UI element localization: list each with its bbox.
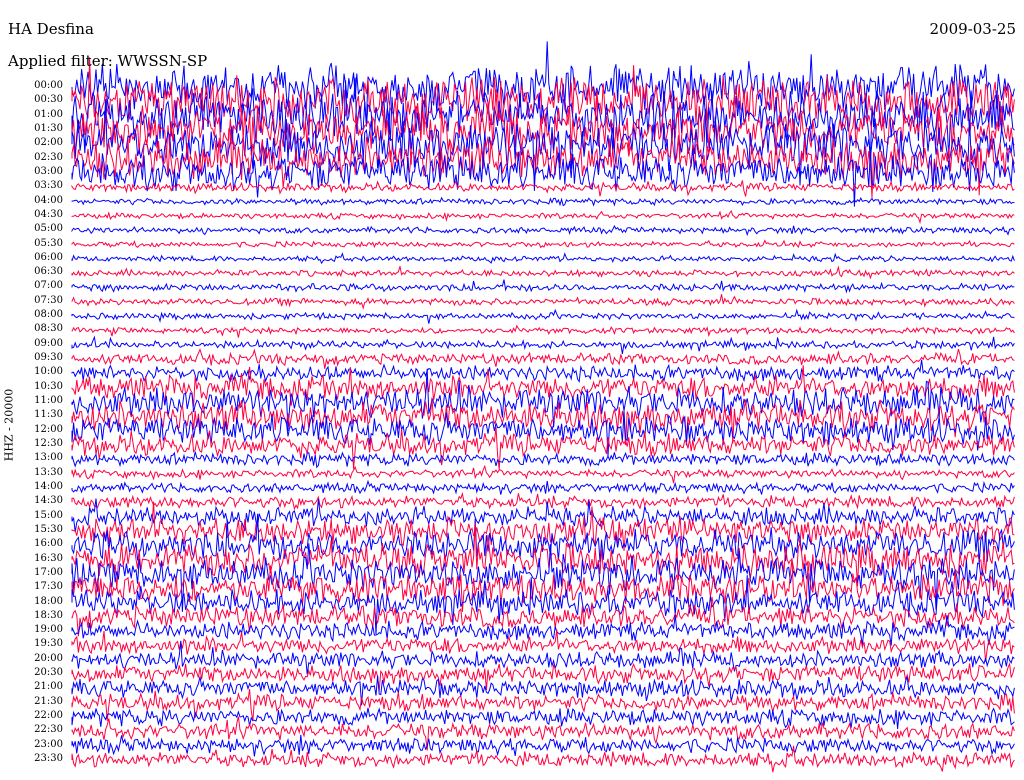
time-tick-label: 22:00 [34, 710, 63, 722]
seismogram-traces [71, 41, 1015, 773]
time-tick-label: 06:30 [34, 266, 63, 278]
time-tick-label: 04:00 [34, 194, 63, 206]
time-tick-label: 10:30 [34, 380, 63, 392]
trace-line [71, 294, 1015, 310]
time-tick-label: 23:30 [34, 753, 63, 765]
time-tick-label: 09:00 [34, 337, 63, 349]
trace-line [71, 335, 1015, 354]
time-tick-label: 15:00 [34, 509, 63, 521]
time-tick-label: 19:00 [34, 624, 63, 636]
trace-line [71, 180, 1015, 197]
time-tick-label: 12:30 [34, 438, 63, 449]
time-tick-label: 06:00 [34, 251, 63, 263]
trace-line [71, 640, 1015, 675]
trace-line [71, 491, 1015, 511]
trace-line [71, 745, 1015, 773]
trace-line [71, 224, 1015, 237]
station-title: HA Desfina [8, 20, 94, 38]
time-tick-label: 23:00 [34, 738, 63, 750]
trace-line [71, 615, 1015, 646]
trace-line [71, 523, 1015, 590]
time-tick-label: 17:30 [34, 581, 63, 593]
time-tick-label: 01:00 [34, 108, 63, 120]
time-tick-label: 16:30 [34, 552, 63, 564]
time-tick-label: 03:30 [34, 180, 63, 192]
time-tick-label: 10:00 [34, 366, 63, 378]
time-tick-label: 15:30 [34, 523, 63, 535]
time-tick-label: 07:00 [34, 280, 63, 292]
time-tick-label: 14:30 [34, 495, 63, 507]
time-tick-label: 03:00 [34, 165, 63, 177]
time-tick-label: 07:30 [34, 294, 63, 306]
filter-label: Applied filter: WWSSN-SP [8, 52, 208, 70]
trace-line [71, 324, 1015, 338]
trace-line [71, 513, 1015, 565]
time-tick-label: 17:00 [34, 566, 63, 578]
time-tick-label: 13:30 [34, 466, 63, 478]
trace-line [71, 451, 1015, 469]
trace-line [71, 239, 1015, 249]
time-tick-label: 20:30 [34, 667, 63, 679]
time-tick-label: 19:30 [34, 638, 63, 650]
time-tick-label: 01:30 [34, 122, 63, 134]
trace-line [71, 543, 1015, 612]
time-tick-label: 08:00 [34, 309, 63, 321]
time-tick-label: 02:00 [34, 137, 63, 149]
time-tick-label: 21:00 [34, 681, 63, 693]
time-tick-label: 12:00 [34, 423, 63, 435]
trace-line [71, 308, 1015, 324]
time-tick-label: 09:30 [34, 352, 63, 364]
time-tick-label: 18:30 [34, 609, 63, 621]
trace-line [71, 707, 1015, 730]
trace-line [71, 196, 1015, 207]
trace-line [71, 359, 1015, 383]
time-tick-label: 16:00 [34, 538, 63, 550]
trace-line [71, 252, 1015, 265]
seismogram-plot [71, 41, 1015, 773]
date-label: 2009-03-25 [929, 20, 1016, 38]
time-tick-label: 00:00 [34, 80, 63, 91]
time-tick-label: 02:30 [34, 151, 63, 163]
time-tick-label: 14:00 [34, 480, 63, 492]
time-tick-label: 20:00 [34, 652, 63, 664]
time-tick-label: 18:00 [34, 595, 63, 607]
trace-line [71, 348, 1015, 369]
time-tick-label: 05:00 [34, 223, 63, 235]
time-tick-label: 11:30 [34, 409, 63, 421]
time-tick-label: 00:30 [34, 94, 63, 106]
trace-line [71, 265, 1015, 280]
time-tick-label: 11:00 [34, 395, 63, 407]
time-tick-label: 04:30 [34, 208, 63, 220]
trace-line [71, 279, 1015, 294]
time-tick-label: 08:30 [34, 323, 63, 335]
time-tick-label: 21:30 [34, 695, 63, 707]
time-tick-label: 05:30 [34, 237, 63, 249]
trace-line [71, 464, 1015, 484]
trace-line [71, 689, 1015, 722]
time-tick-label: 13:00 [34, 452, 63, 464]
trace-line [71, 479, 1015, 495]
trace-line [71, 209, 1015, 225]
trace-line [71, 716, 1015, 751]
time-tick-label: 22:30 [34, 724, 63, 736]
